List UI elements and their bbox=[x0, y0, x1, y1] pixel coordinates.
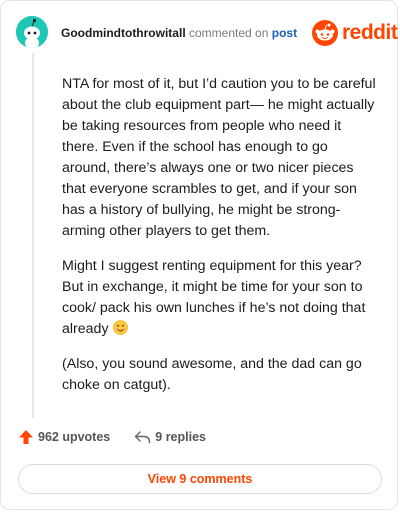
reddit-logo: reddit bbox=[312, 19, 398, 47]
comment-paragraph: Might I suggest renting equipment for th… bbox=[62, 256, 377, 340]
username[interactable]: Goodmindtothrowitall bbox=[61, 26, 186, 40]
reply-arrow-icon bbox=[135, 431, 151, 444]
smiling-face-icon bbox=[112, 320, 128, 335]
post-link[interactable]: post bbox=[272, 26, 297, 40]
commented-on-text: commented on bbox=[189, 26, 269, 40]
upvote-arrow-icon bbox=[19, 430, 33, 444]
reddit-snoo-icon bbox=[312, 20, 338, 46]
comment-paragraph-text: Might I suggest renting equipment for th… bbox=[62, 258, 366, 337]
comment-card: Goodmindtothrowitall commented on post r… bbox=[0, 0, 398, 510]
upvote-count: 962 upvotes bbox=[38, 430, 111, 444]
view-comments-button[interactable]: View 9 comments bbox=[18, 464, 382, 494]
comment-header: Goodmindtothrowitall commented on post bbox=[61, 25, 297, 41]
comment-paragraph: NTA for most of it, but I’d caution you … bbox=[62, 76, 376, 239]
reddit-wordmark: reddit bbox=[342, 21, 398, 44]
snoo-avatar-icon bbox=[16, 16, 48, 48]
comment-footer: 962 upvotes 9 replies bbox=[18, 429, 206, 445]
comment-paragraph: (Also, you sound awesome, and the dad ca… bbox=[62, 356, 362, 393]
replies-button[interactable]: 9 replies bbox=[134, 430, 206, 444]
thread-line[interactable] bbox=[32, 53, 34, 418]
upvote-button[interactable]: 962 upvotes bbox=[18, 429, 110, 445]
replies-count: 9 replies bbox=[155, 430, 206, 444]
comment-body: NTA for most of it, but I’d caution you … bbox=[62, 74, 377, 410]
avatar[interactable] bbox=[16, 16, 48, 48]
